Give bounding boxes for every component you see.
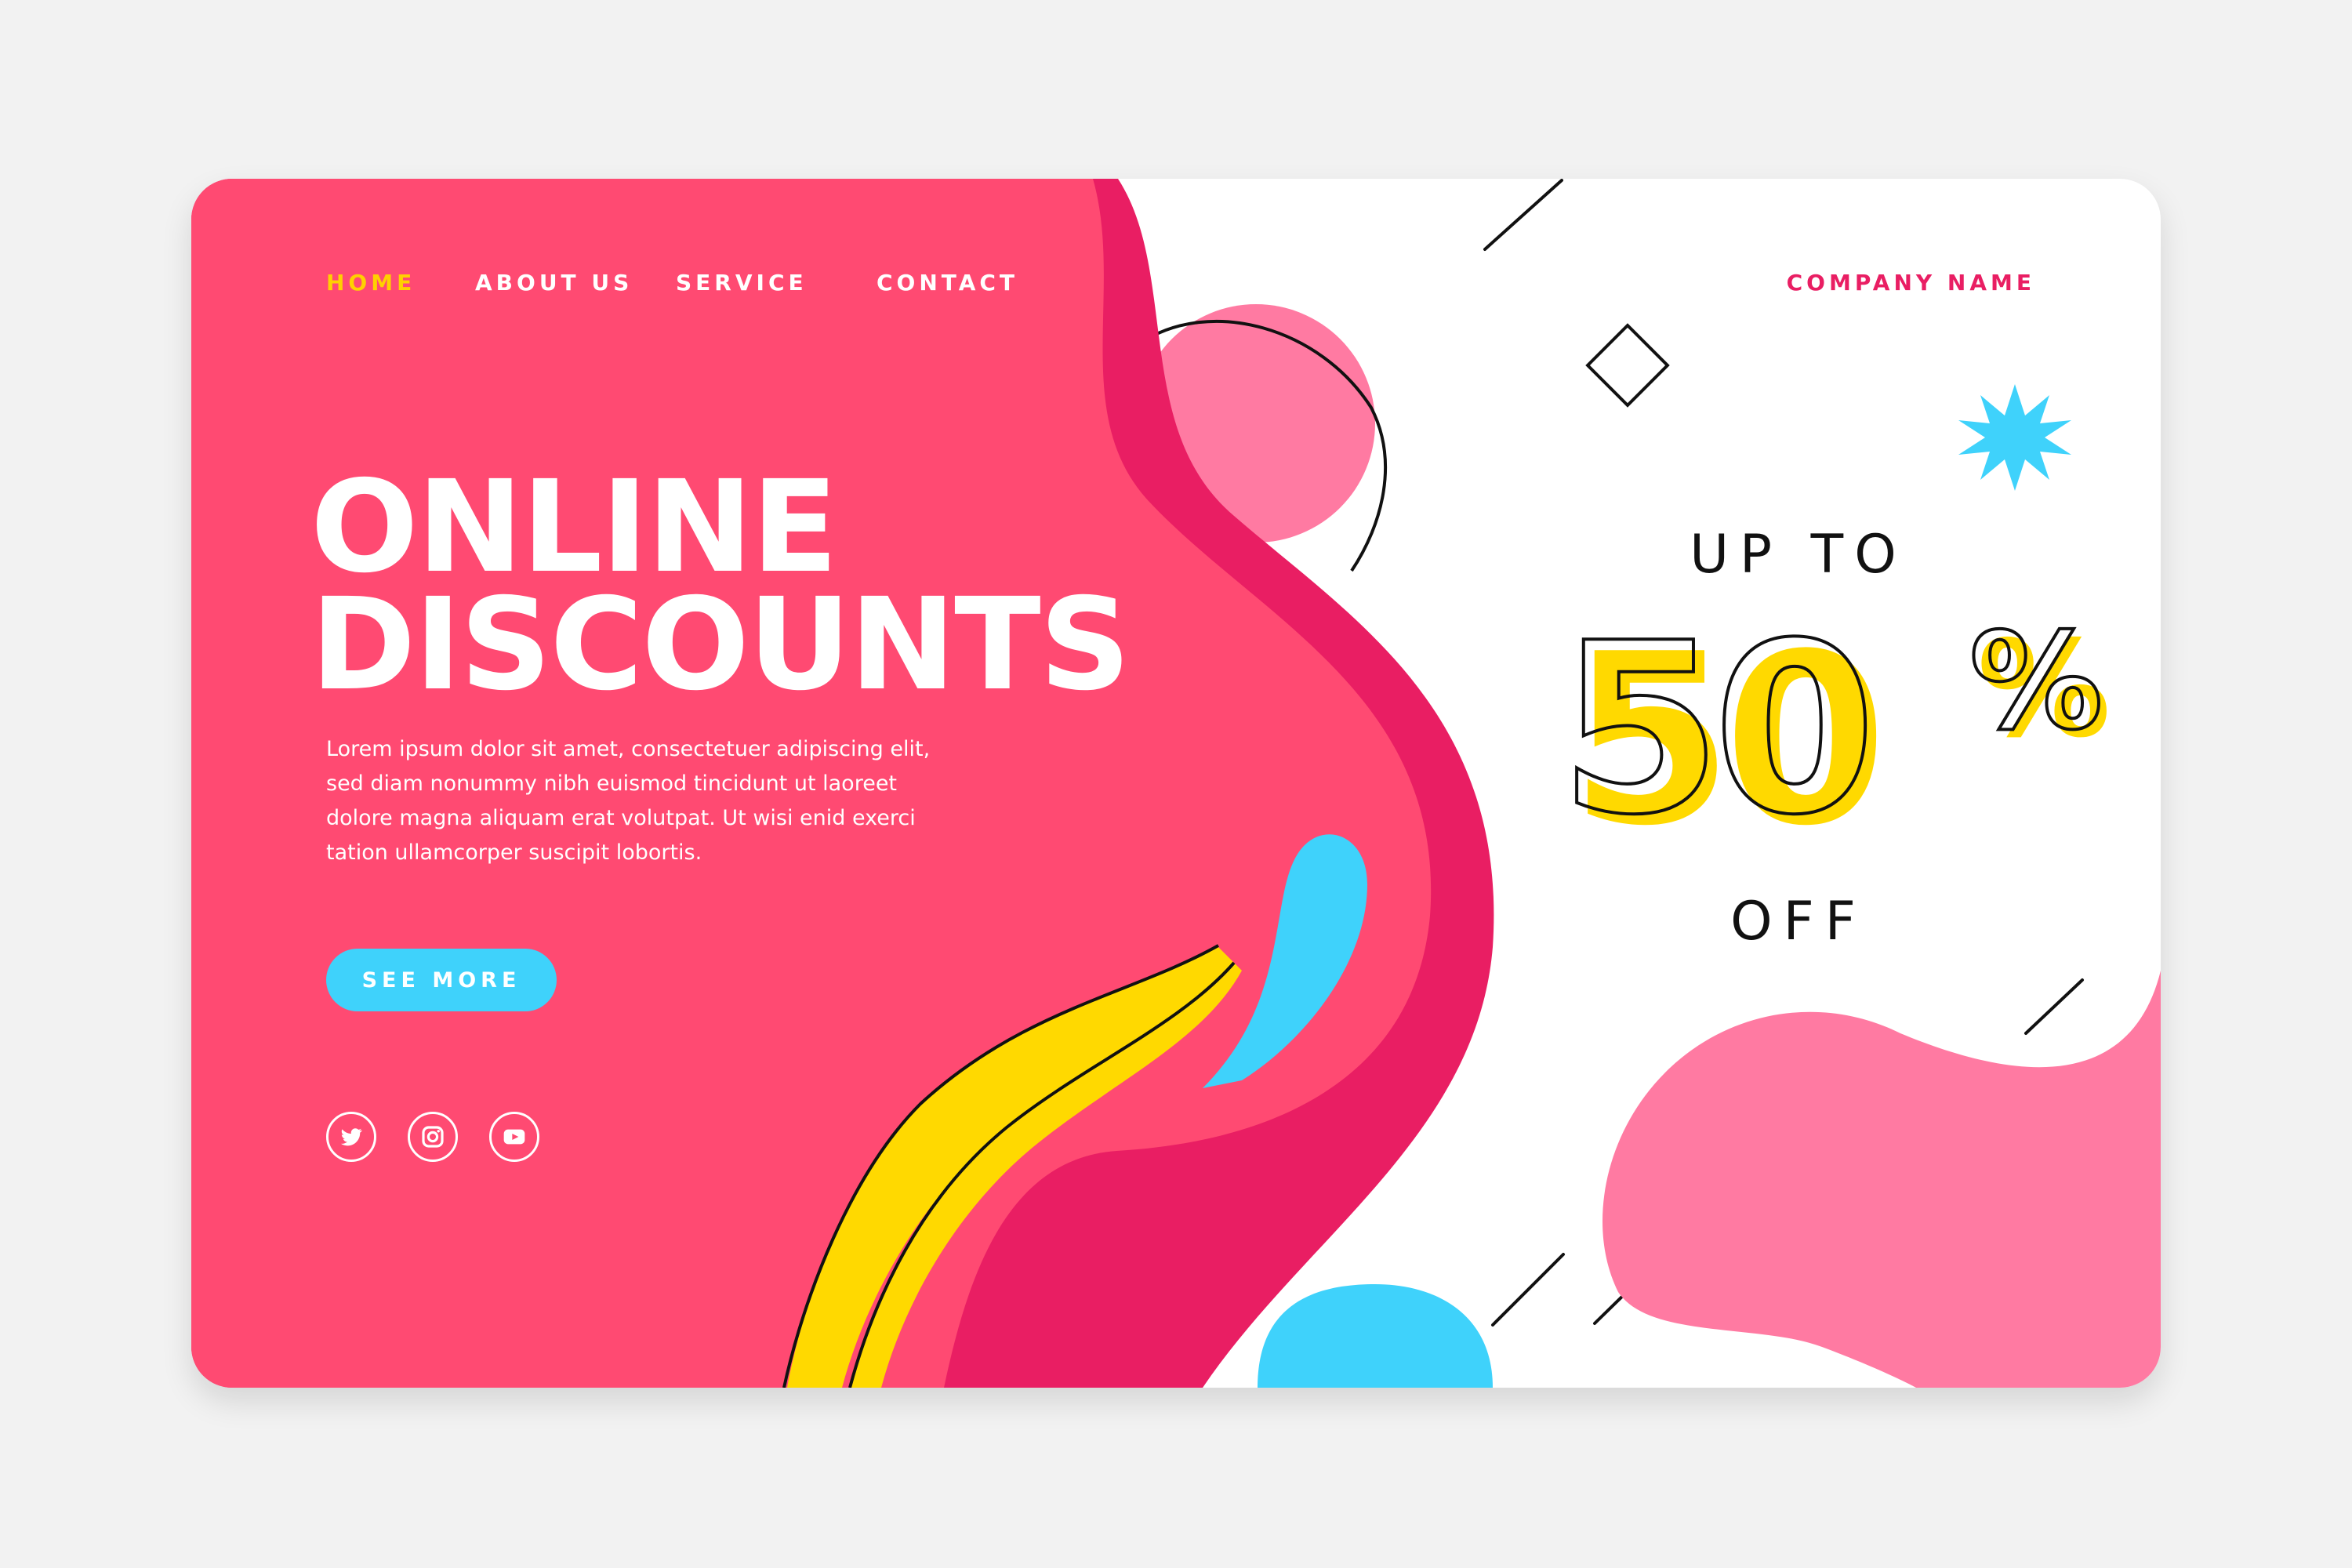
company-name[interactable]: COMPANY NAME <box>1787 270 2035 296</box>
diamond-shape <box>1585 323 1670 408</box>
nav-item-contact[interactable]: CONTACT <box>877 270 1018 296</box>
hero-title: ONLINE DISCOUNTS <box>310 454 1131 719</box>
see-more-button[interactable]: SEE MORE <box>326 949 557 1011</box>
percent-sign-outline: % <box>1969 604 2103 760</box>
nav-item-home[interactable]: HOME <box>326 270 416 296</box>
discount-amount-graphic: 50 50 % % <box>1557 591 2111 877</box>
off-label: OFF <box>1730 891 1867 953</box>
discount-amount-outline: 50 <box>1559 593 1867 866</box>
instagram-icon[interactable] <box>408 1112 458 1162</box>
hero-title-line-2: DISCOUNTS <box>310 572 1131 719</box>
landing-page-card: HOME ABOUT US SERVICE CONTACT COMPANY NA… <box>191 179 2161 1388</box>
star-shape <box>1958 384 2071 491</box>
pink-blob-right <box>1602 971 2161 1388</box>
hero-description: Lorem ipsum dolor sit amet, consectetuer… <box>326 737 931 865</box>
cyan-semicircle <box>1258 1284 1493 1388</box>
nav-item-about-us[interactable]: ABOUT US <box>475 270 633 296</box>
up-to-label: UP TO <box>1690 524 1907 586</box>
discount-promo: UP TO 50 50 % % OFF <box>1548 524 2143 994</box>
hero-title-line-1: ONLINE <box>310 454 838 601</box>
nav-item-service[interactable]: SERVICE <box>676 270 808 296</box>
twitter-icon[interactable] <box>326 1112 376 1162</box>
youtube-icon[interactable] <box>489 1112 539 1162</box>
